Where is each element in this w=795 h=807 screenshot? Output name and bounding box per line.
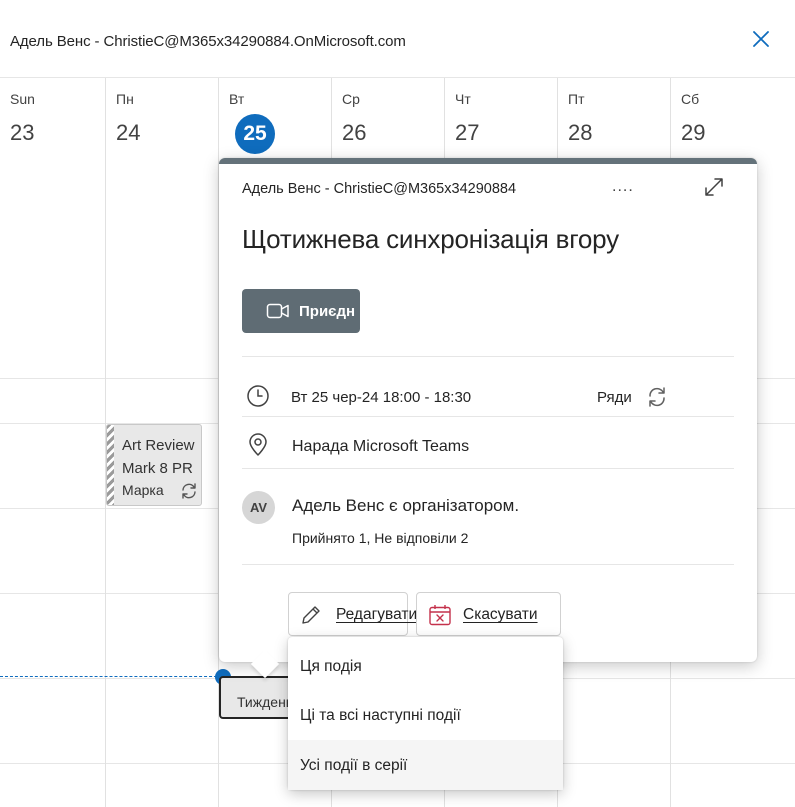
window-header: Адель Венс - ChristieC@M365x34290884.OnM… [0, 0, 795, 78]
close-icon[interactable] [748, 26, 774, 52]
location-pin-icon [249, 433, 267, 456]
day-name: Чт [455, 91, 471, 107]
event-location: Нарада Microsoft Teams [292, 438, 470, 455]
pencil-icon [302, 606, 320, 624]
edit-button-label: Редагувати [336, 606, 418, 623]
day-header[interactable]: Чт 27 [445, 78, 557, 148]
cancel-event-button[interactable]: Скасувати [416, 592, 561, 636]
organizer-text: Адель Венс є організатором. [292, 496, 520, 515]
day-number: 29 [681, 120, 706, 145]
organizer-avatar: AV [242, 491, 275, 524]
day-number: 24 [116, 120, 141, 145]
join-button-label: Приєдн [299, 303, 356, 320]
calendar-owner: Адель Венс - ChristieC@M365x34290884 [242, 181, 517, 197]
day-column-sun[interactable]: Sun 23 [0, 78, 106, 807]
cancel-button-label: Скасувати [463, 606, 538, 623]
day-number: 23 [10, 120, 35, 145]
window-title: Адель Венс - ChristieC@M365x34290884.OnM… [10, 33, 406, 50]
attendee-responses[interactable]: Прийнято 1, Не відповіли 2 [292, 530, 468, 546]
popup-accent-bar [219, 158, 757, 164]
day-header[interactable]: Вт 25 [219, 78, 331, 154]
day-number: 26 [342, 120, 367, 145]
day-header[interactable]: Пт 28 [558, 78, 670, 148]
day-name: Ср [342, 91, 360, 107]
edit-options-menu: Ця подія Ці та всі наступні події Усі по… [288, 637, 563, 790]
recurring-icon [649, 387, 665, 407]
tentative-stripe [107, 425, 114, 505]
day-header[interactable]: Sun 23 [0, 78, 105, 148]
day-number: 28 [568, 120, 593, 145]
menu-item-this-event[interactable]: Ця подія [288, 641, 563, 691]
menu-item-label: Ця подія [300, 658, 362, 675]
more-options-button[interactable]: .... [612, 178, 634, 196]
day-header[interactable]: Сб 29 [671, 78, 795, 148]
recurring-icon [182, 483, 196, 499]
event-details-popup: Адель Венс - ChristieC@M365x34290884 ...… [219, 158, 757, 679]
divider [242, 564, 734, 565]
menu-item-all-events[interactable]: Усі події в серії [288, 740, 563, 790]
calendar-cancel-icon [429, 605, 451, 626]
day-number: 27 [455, 120, 480, 145]
day-name: Пт [568, 91, 585, 107]
event-subtitle: Mark 8 PR [122, 460, 193, 477]
current-time-line [0, 676, 222, 677]
event-title: Art Review [122, 437, 195, 454]
menu-item-this-and-following[interactable]: Ці та всі наступні події [288, 690, 563, 740]
event-organizer: Марка [122, 482, 164, 498]
day-header[interactable]: Ср 26 [332, 78, 444, 148]
event-title: Щотижнева синхронізація вгору [242, 224, 619, 254]
clock-icon [247, 385, 269, 407]
event-datetime: Вт 25 чер-24 18:00 - 18:30 [291, 389, 472, 406]
divider [242, 416, 734, 417]
divider [242, 356, 734, 357]
menu-item-label: Ці та всі наступні події [300, 707, 461, 724]
day-name: Сб [681, 91, 700, 107]
join-meeting-button[interactable]: Приєдн [242, 289, 360, 333]
menu-item-label: Усі події в серії [300, 757, 408, 774]
event-art-review[interactable]: Art Review Mark 8 PR Марка [106, 424, 202, 506]
edit-button[interactable]: Редагувати [288, 592, 417, 636]
series-label: Ряди [597, 389, 632, 406]
event-title: Тиждень [237, 694, 294, 710]
day-name: Вт [229, 91, 245, 107]
day-header[interactable]: Пн 24 [106, 78, 218, 148]
day-name: Sun [10, 91, 35, 107]
divider [242, 468, 734, 469]
today-day-number: 25 [235, 114, 275, 154]
expand-icon[interactable] [703, 176, 725, 198]
day-name: Пн [116, 91, 134, 107]
video-camera-icon [266, 303, 289, 319]
